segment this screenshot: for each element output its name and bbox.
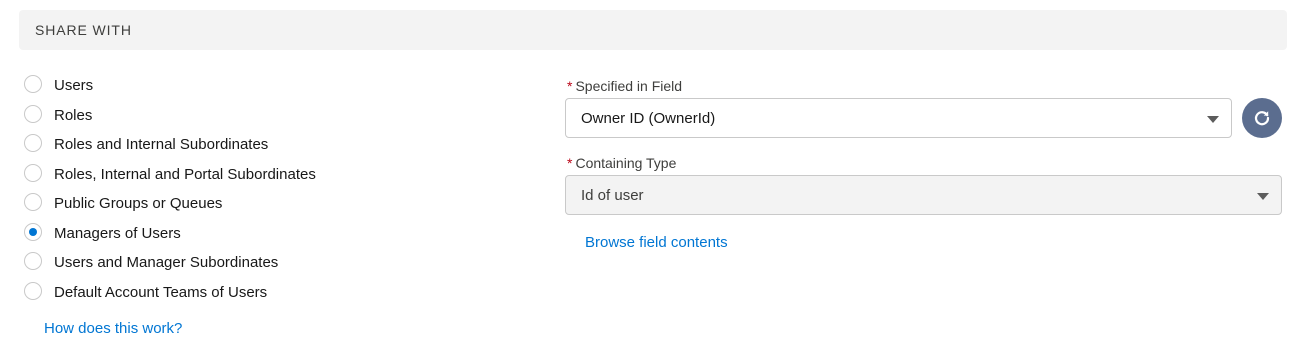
radio-label: Users: [54, 77, 94, 94]
containing-type-value: Id of user: [581, 187, 644, 204]
radio-option-roles-internal-portal-subordinates[interactable]: Roles, Internal and Portal Subordinates: [24, 162, 404, 184]
specified-field-label: * Specified in Field: [567, 78, 682, 94]
refresh-icon: [1254, 111, 1270, 126]
required-marker: *: [567, 155, 573, 171]
section-header: SHARE WITH: [19, 10, 1287, 50]
radio-option-public-groups-queues[interactable]: Public Groups or Queues: [24, 191, 404, 213]
browse-field-contents-link[interactable]: Browse field contents: [585, 234, 728, 251]
radio-option-default-account-teams[interactable]: Default Account Teams of Users: [24, 280, 404, 302]
radio-label: Roles: [54, 107, 93, 124]
containing-type-label: * Containing Type: [567, 155, 676, 171]
radio-option-users[interactable]: Users: [24, 73, 404, 95]
specified-field-value: Owner ID (OwnerId): [581, 110, 716, 127]
share-with-panel: SHARE WITH Users Roles Roles and Interna…: [0, 0, 1307, 352]
radio-button[interactable]: [24, 75, 42, 93]
radio-button[interactable]: [24, 193, 42, 211]
required-marker: *: [567, 78, 573, 94]
radio-button-selected[interactable]: [24, 223, 42, 241]
radio-button[interactable]: [24, 282, 42, 300]
chevron-down-icon: [1257, 193, 1269, 200]
radio-label: Users and Manager Subordinates: [54, 254, 279, 271]
radio-button[interactable]: [24, 105, 42, 123]
specified-field-select[interactable]: Owner ID (OwnerId): [565, 98, 1232, 138]
radio-label: Default Account Teams of Users: [54, 284, 268, 301]
containing-type-label-text: Containing Type: [575, 155, 677, 171]
chevron-down-icon: [1207, 116, 1219, 123]
radio-option-users-manager-subordinates[interactable]: Users and Manager Subordinates: [24, 250, 404, 272]
radio-option-roles[interactable]: Roles: [24, 103, 404, 125]
how-does-this-work-link[interactable]: How does this work?: [44, 320, 182, 337]
radio-label: Public Groups or Queues: [54, 195, 223, 212]
radio-button[interactable]: [24, 252, 42, 270]
radio-label: Managers of Users: [54, 225, 181, 242]
section-title: SHARE WITH: [35, 22, 132, 38]
radio-label: Roles and Internal Subordinates: [54, 136, 269, 153]
radio-option-managers-of-users[interactable]: Managers of Users: [24, 221, 404, 243]
radio-button[interactable]: [24, 164, 42, 182]
radio-button[interactable]: [24, 134, 42, 152]
radio-option-roles-internal-subordinates[interactable]: Roles and Internal Subordinates: [24, 132, 404, 154]
specified-field-label-text: Specified in Field: [575, 78, 683, 94]
refresh-button[interactable]: [1242, 98, 1282, 138]
containing-type-select[interactable]: Id of user: [565, 175, 1282, 215]
radio-label: Roles, Internal and Portal Subordinates: [54, 166, 316, 183]
